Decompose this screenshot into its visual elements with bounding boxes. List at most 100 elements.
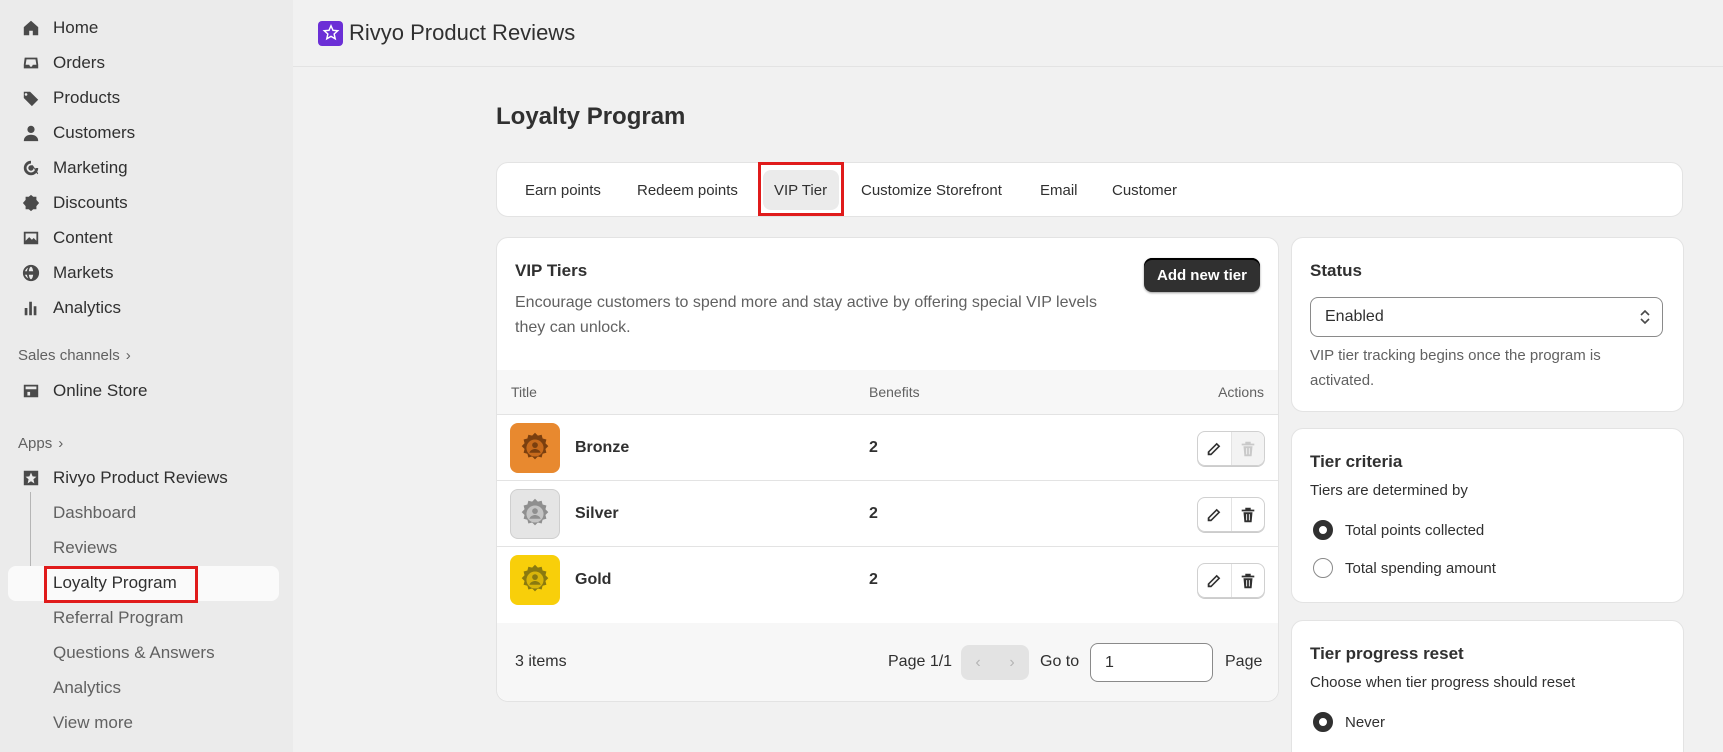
sub-item-view-more[interactable]: View more	[53, 713, 133, 733]
nav-marketing[interactable]: Marketing	[8, 151, 280, 185]
tag-icon	[21, 88, 41, 108]
store-icon	[21, 381, 41, 401]
tab-earn-points[interactable]: Earn points	[525, 182, 601, 199]
nav-home[interactable]: Home	[8, 11, 280, 45]
tab-customize-storefront[interactable]: Customize Storefront	[861, 182, 1002, 199]
home-icon	[21, 18, 41, 38]
radio-never[interactable]: Never	[1313, 712, 1385, 732]
sub-item-reviews[interactable]: Reviews	[53, 538, 117, 558]
discount-icon	[21, 193, 41, 213]
column-benefits: Benefits	[869, 384, 920, 400]
target-icon	[21, 158, 41, 178]
next-page-button[interactable]: ›	[995, 645, 1029, 680]
pencil-icon	[1208, 508, 1221, 521]
delete-button[interactable]	[1230, 498, 1264, 531]
trash-icon	[1241, 573, 1255, 588]
sub-item-dashboard[interactable]: Dashboard	[53, 503, 136, 523]
radio-button-selected[interactable]	[1313, 712, 1333, 732]
nav-content[interactable]: Content	[8, 221, 280, 255]
page-indicator: Page 1/1	[888, 653, 953, 670]
table-header: Title Benefits Actions	[497, 370, 1278, 415]
tier-reset-subtitle: Choose when tier progress should reset	[1310, 674, 1576, 691]
tab-email[interactable]: Email	[1040, 182, 1078, 199]
apps-section[interactable]: Apps ›	[18, 435, 63, 452]
edit-button[interactable]	[1198, 498, 1231, 531]
row-actions	[1197, 431, 1265, 466]
status-help-2: activated.	[1310, 372, 1375, 389]
status-select[interactable]: Enabled	[1310, 297, 1663, 337]
status-help-1: VIP tier tracking begins once the progra…	[1310, 347, 1601, 364]
column-actions: Actions	[1218, 384, 1264, 400]
table-row-bronze[interactable]: Bronze 2	[497, 415, 1278, 481]
chevron-right-icon: ›	[125, 347, 131, 364]
vip-tiers-description-2: they can unlock.	[515, 319, 631, 336]
tier-name: Silver	[575, 505, 619, 522]
column-title: Title	[511, 384, 537, 400]
tab-customer[interactable]: Customer	[1112, 182, 1177, 199]
nav-rivyo-app[interactable]: Rivyo Product Reviews	[8, 461, 280, 495]
sidebar: Home Orders Products Customers Marketing…	[0, 0, 293, 752]
page-suffix: Page	[1225, 653, 1263, 670]
tier-criteria-subtitle: Tiers are determined by	[1310, 482, 1468, 499]
tier-criteria-title: Tier criteria	[1310, 452, 1403, 471]
edit-button[interactable]	[1198, 432, 1231, 465]
sub-item-loyalty-program[interactable]: Loyalty Program	[53, 573, 177, 593]
nav-discounts[interactable]: Discounts	[8, 186, 280, 220]
tab-redeem-points[interactable]: Redeem points	[637, 182, 738, 199]
tier-name: Bronze	[575, 439, 630, 456]
nav-label: Markets	[53, 263, 114, 282]
row-actions	[1197, 563, 1265, 598]
radio-label: Total points collected	[1345, 521, 1485, 539]
nav-products[interactable]: Products	[8, 81, 280, 115]
add-new-tier-button[interactable]: Add new tier	[1144, 258, 1260, 292]
nav-markets[interactable]: Markets	[8, 256, 280, 290]
row-actions	[1197, 497, 1265, 532]
nav-customers[interactable]: Customers	[8, 116, 280, 150]
delete-button-disabled[interactable]	[1230, 432, 1264, 465]
vip-tiers-description-1: Encourage customers to spend more and st…	[515, 294, 1097, 311]
goto-label: Go to	[1040, 653, 1080, 670]
sub-item-questions-answers[interactable]: Questions & Answers	[53, 643, 215, 663]
inbox-icon	[21, 53, 41, 73]
goto-page-input[interactable]: 1	[1090, 643, 1213, 682]
nav-orders[interactable]: Orders	[8, 46, 280, 80]
nav-analytics[interactable]: Analytics	[8, 291, 280, 325]
radio-label: Never	[1345, 713, 1386, 731]
star-app-icon	[21, 468, 41, 488]
radio-total-spending[interactable]: Total spending amount	[1313, 558, 1496, 578]
trash-icon	[1241, 441, 1255, 456]
edit-button[interactable]	[1198, 564, 1231, 597]
table-row-silver[interactable]: Silver 2	[497, 481, 1278, 547]
table-footer: 3 items Page 1/1 ‹ › Go to 1 Page	[497, 623, 1278, 701]
sub-item-analytics[interactable]: Analytics	[53, 678, 121, 698]
status-value: Enabled	[1325, 308, 1384, 325]
app-header: Rivyo Product Reviews	[318, 20, 575, 46]
nav-label: Analytics	[53, 298, 122, 317]
sales-channels-section[interactable]: Sales channels ›	[18, 347, 131, 364]
tier-reset-title: Tier progress reset	[1310, 644, 1464, 663]
pagination-buttons: ‹ ›	[961, 645, 1029, 680]
table-row-gold[interactable]: Gold 2	[497, 547, 1278, 613]
prev-page-button[interactable]: ‹	[961, 645, 995, 680]
section-label: Sales channels	[18, 347, 120, 364]
nav-online-store[interactable]: Online Store	[8, 374, 280, 408]
chevron-right-icon: ›	[58, 435, 64, 452]
delete-button[interactable]	[1230, 564, 1264, 597]
tier-benefits: 2	[869, 505, 878, 522]
bar-chart-icon	[21, 298, 41, 318]
app-logo-icon	[318, 20, 343, 46]
app-title: Rivyo Product Reviews	[349, 20, 576, 45]
radio-button[interactable]	[1313, 558, 1333, 578]
vip-tiers-title: VIP Tiers	[515, 261, 588, 280]
sub-item-referral-program[interactable]: Referral Program	[53, 608, 183, 628]
tier-benefits: 2	[869, 439, 878, 456]
image-icon	[21, 228, 41, 248]
person-icon	[21, 123, 41, 143]
pencil-icon	[1208, 442, 1221, 455]
tab-vip-tier[interactable]: VIP Tier	[774, 182, 827, 199]
nav-label: Discounts	[53, 193, 128, 212]
radio-total-points[interactable]: Total points collected	[1313, 520, 1484, 540]
radio-button-selected[interactable]	[1313, 520, 1333, 540]
nav-label: Home	[53, 18, 99, 37]
tier-benefits: 2	[869, 571, 878, 588]
